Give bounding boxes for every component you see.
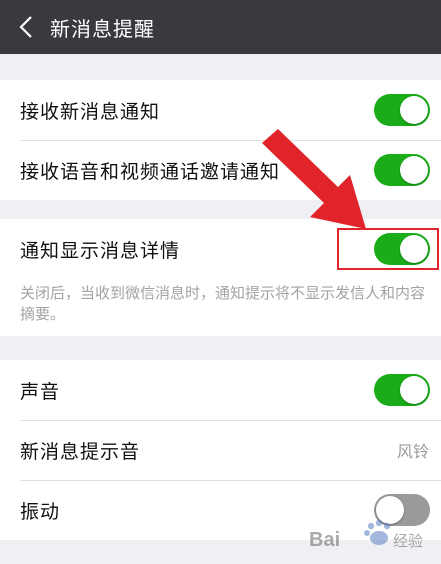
receive-voice-video-toggle[interactable] <box>374 154 430 186</box>
setting-row-notification-sound[interactable]: 新消息提示音 风铃 <box>0 420 441 480</box>
setting-label: 声音 <box>20 380 61 403</box>
setting-description: 关闭后，当收到微信消息时，通知提示将不显示发信人和内容摘要。 <box>20 284 426 323</box>
setting-row-sound: 声音 <box>0 360 441 420</box>
setting-label: 通知显示消息详情 <box>20 239 181 262</box>
setting-label: 振动 <box>20 500 61 523</box>
sound-toggle[interactable] <box>374 374 430 406</box>
receive-new-message-toggle[interactable] <box>374 94 430 126</box>
svg-text:Bai: Bai <box>309 529 340 551</box>
toggle-knob <box>400 156 428 184</box>
setting-label: 接收新消息通知 <box>20 100 161 123</box>
toggle-knob <box>400 376 428 404</box>
baidu-watermark-logo: Bai 经验 <box>309 519 423 551</box>
title-bar: 新消息提醒 <box>0 0 441 54</box>
notification-sound-value: 风铃 <box>396 442 429 461</box>
annotation-arrow-icon <box>262 129 366 229</box>
svg-text:经验: 经验 <box>393 532 423 550</box>
settings-group-sound: 声音 新消息提示音 风铃 振动 <box>0 360 441 540</box>
chevron-left-icon[interactable] <box>6 0 46 54</box>
setting-label: 新消息提示音 <box>20 440 141 463</box>
page-title: 新消息提醒 <box>50 16 155 41</box>
setting-label: 接收语音和视频通话邀请通知 <box>20 160 281 183</box>
toggle-knob <box>400 96 428 124</box>
